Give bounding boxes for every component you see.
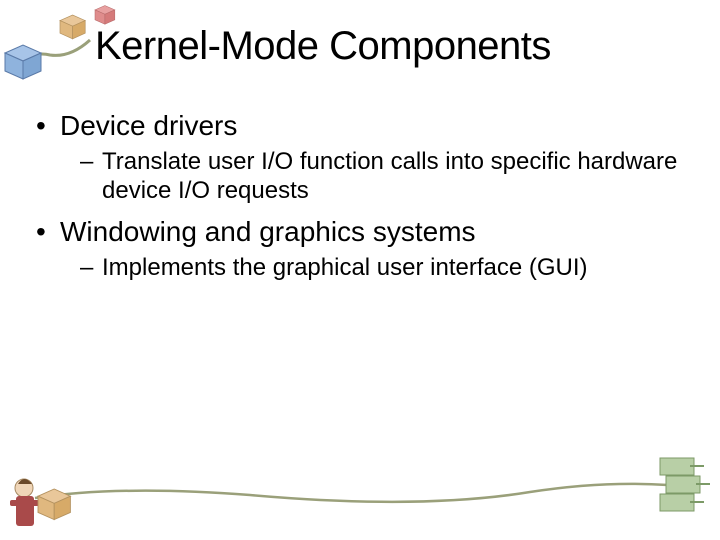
decorative-art-bottom — [0, 440, 720, 540]
slide-content: Device drivers Translate user I/O functi… — [36, 110, 684, 292]
bullet-level2: Implements the graphical user interface … — [36, 254, 684, 283]
slide: Kernel-Mode Components Device drivers Tr… — [0, 0, 720, 540]
bullet-level1: Windowing and graphics systems — [36, 216, 684, 248]
bullet-level2: Translate user I/O function calls into s… — [36, 148, 684, 206]
slide-title: Kernel-Mode Components — [95, 24, 551, 69]
bullet-level1: Device drivers — [36, 110, 684, 142]
